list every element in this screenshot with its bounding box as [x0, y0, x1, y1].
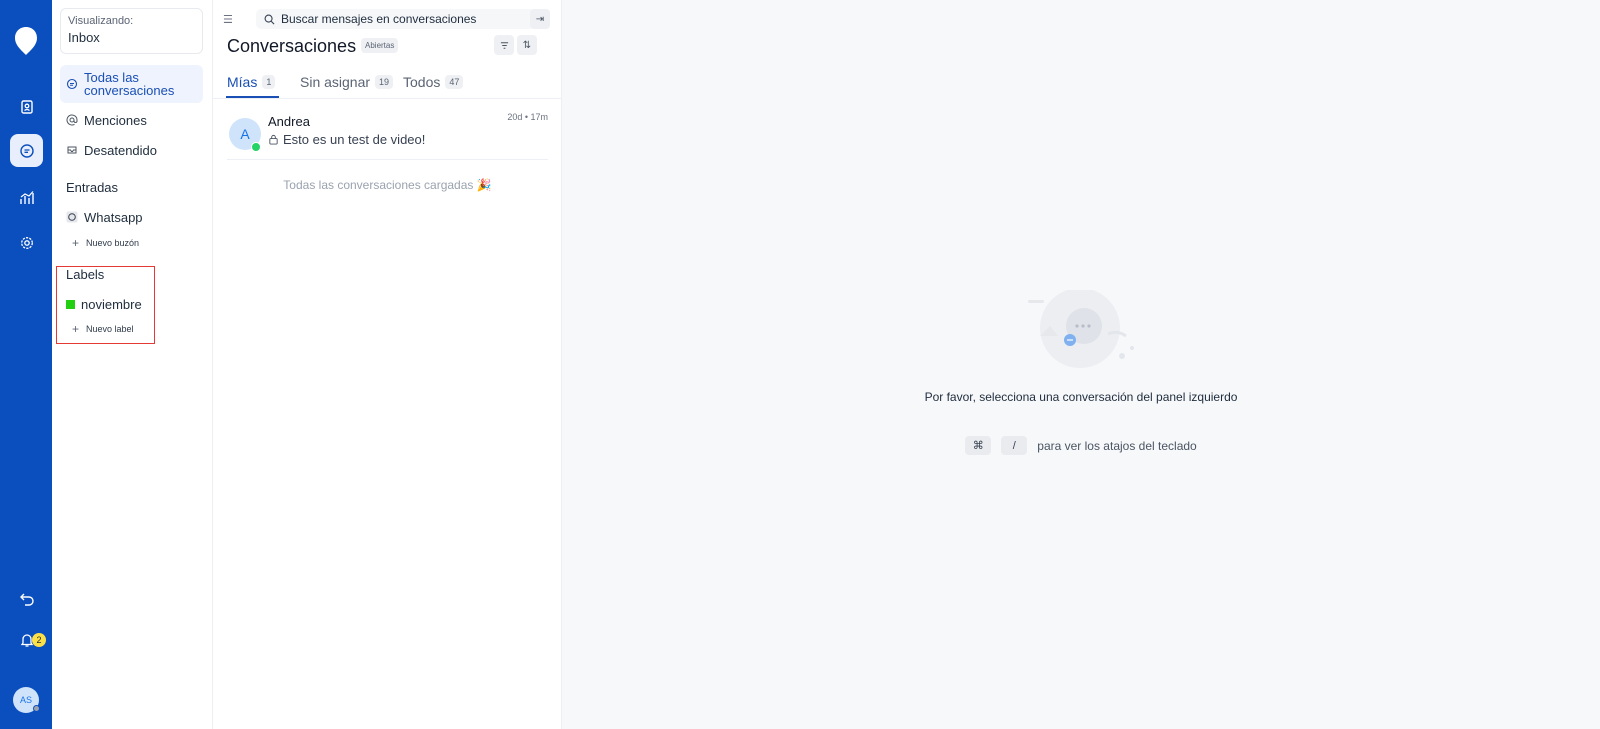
sidebar-item-mentions[interactable]: Menciones	[60, 112, 203, 128]
whatsapp-icon	[66, 211, 78, 223]
at-icon	[66, 114, 78, 126]
sidebar-item-label: Menciones	[84, 112, 147, 128]
viewing-value: Inbox	[68, 30, 100, 45]
reports-nav[interactable]	[10, 181, 43, 214]
conversation-list-panel: ☰ Buscar mensajes en conversaciones ⇥ Co…	[213, 0, 562, 729]
unattended-icon	[67, 146, 77, 154]
shortcut-text: para ver los atajos del teclado	[1037, 438, 1197, 453]
new-inbox-button[interactable]: + Nuevo buzón	[72, 236, 139, 250]
conversations-nav[interactable]	[10, 134, 43, 167]
empty-chat-illustration	[1028, 290, 1134, 368]
menu-icon[interactable]: ☰	[223, 13, 237, 26]
chat-icon	[19, 143, 34, 158]
filter-icon	[500, 41, 508, 49]
sort-button[interactable]: ⇅	[517, 35, 537, 55]
dock-button[interactable]: ⇥	[530, 9, 550, 29]
tab-label: Mías	[227, 74, 258, 90]
conversation-item[interactable]: A Andrea 20d • 17m Esto es un test de vi…	[227, 108, 548, 160]
tab-label: Todos	[403, 74, 441, 90]
user-initials: AS	[19, 695, 32, 705]
switch-account-nav[interactable]	[10, 582, 43, 615]
reports-icon	[19, 190, 34, 204]
last-message-text: Esto es un test de video!	[283, 132, 426, 147]
search-row: ☰ Buscar mensajes en conversaciones ⇥	[223, 9, 552, 29]
search-input[interactable]: Buscar mensajes en conversaciones	[256, 9, 534, 29]
command-key: ⌘	[965, 436, 992, 455]
viewing-label: Visualizando:	[68, 15, 134, 27]
contact-name: Andrea	[268, 114, 310, 129]
slash-key: /	[1001, 436, 1028, 455]
lock-icon	[269, 134, 278, 145]
sidebar-item-unattended[interactable]: Desatendido	[60, 142, 203, 158]
labels-highlight-box	[56, 266, 155, 344]
primary-rail: 2 AS	[0, 0, 52, 729]
tab-unassigned[interactable]: Sin asignar 19	[300, 68, 394, 96]
tabs-divider	[213, 98, 562, 99]
app-root: 2 AS Visualizando: Inbox Todas las conve…	[0, 0, 1600, 729]
settings-nav[interactable]	[10, 226, 43, 259]
contacts-icon	[20, 99, 33, 114]
tab-count: 1	[262, 75, 276, 89]
sidebar-item-all-conversations[interactable]: Todas las conversaciones	[60, 65, 203, 103]
tab-mine[interactable]: Mías 1	[225, 68, 280, 98]
tab-label: Sin asignar	[300, 74, 371, 90]
empty-state-message: Por favor, selecciona una conversación d…	[924, 390, 1238, 404]
last-message: Esto es un test de video!	[268, 132, 425, 147]
sidebar-item-whatsapp[interactable]: Whatsapp	[60, 209, 203, 225]
inboxes-heading: Entradas	[66, 180, 119, 195]
secondary-sidebar: Visualizando: Inbox Todas las conversaci…	[52, 0, 213, 729]
shortcut-hint: ⌘ / para ver los atajos del teclado	[562, 436, 1600, 455]
tab-count: 47	[445, 75, 464, 89]
new-inbox-label: Nuevo buzón	[86, 238, 140, 248]
tab-all[interactable]: Todos 47	[403, 68, 464, 96]
chat-icon	[66, 78, 78, 90]
dock-icon: ⇥	[535, 13, 545, 25]
status-badge[interactable]: Abiertas	[361, 38, 399, 53]
contacts-nav[interactable]	[10, 90, 43, 123]
notification-badge: 2	[32, 633, 46, 647]
conversation-tabs: Mías 1 Sin asignar 19 Todos 47	[225, 68, 552, 98]
whatsapp-channel-icon	[251, 142, 261, 152]
plus-icon: +	[72, 236, 80, 250]
gear-icon	[20, 236, 33, 249]
logo-icon[interactable]	[14, 26, 38, 56]
search-placeholder: Buscar mensajes en conversaciones	[281, 12, 477, 26]
sidebar-item-label: Whatsapp	[84, 209, 143, 225]
conversation-time: 20d • 17m	[507, 112, 548, 122]
sidebar-item-label: Desatendido	[84, 142, 157, 158]
sidebar-item-label: Todas las conversaciones	[84, 70, 175, 98]
user-avatar[interactable]: AS	[13, 687, 40, 713]
search-icon	[264, 14, 275, 24]
all-loaded-text: Todas las conversaciones cargadas 🎉	[283, 178, 492, 192]
page-title: Conversaciones	[227, 36, 357, 56]
presence-dot	[33, 705, 40, 712]
sort-icon: ⇅	[522, 39, 532, 51]
inbox-switcher[interactable]: Visualizando: Inbox	[60, 8, 203, 54]
tab-count: 19	[375, 75, 394, 89]
conversation-detail-empty: Por favor, selecciona una conversación d…	[562, 0, 1600, 729]
undo-icon	[19, 593, 34, 606]
filter-button[interactable]	[494, 35, 514, 55]
